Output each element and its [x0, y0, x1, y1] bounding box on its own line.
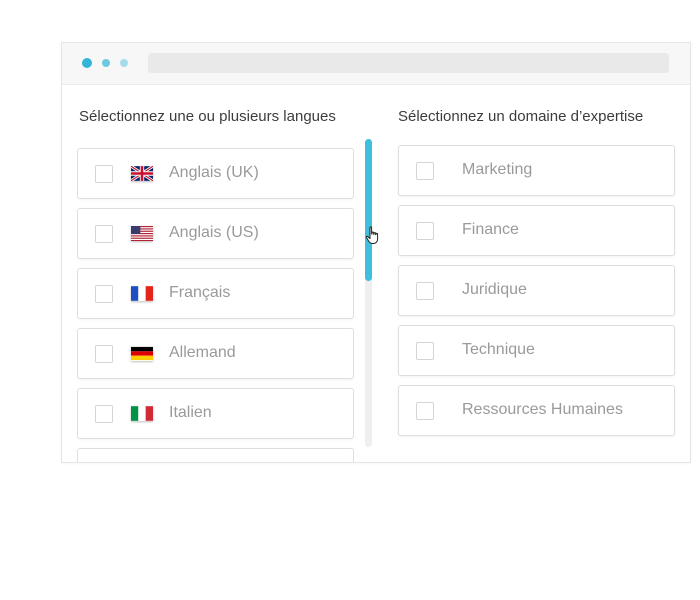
language-label: Italien	[169, 404, 212, 421]
domain-option-juridique[interactable]: Juridique	[398, 265, 675, 316]
language-option-francais[interactable]: Français	[77, 268, 354, 319]
domain-option-ressources-humaines[interactable]: Ressources Humaines	[398, 385, 675, 436]
language-checkbox[interactable]	[95, 225, 113, 243]
uk-flag-icon	[131, 166, 153, 181]
domain-label: Juridique	[462, 281, 527, 298]
language-scrollbar-thumb[interactable]	[365, 139, 372, 281]
domain-checkbox[interactable]	[416, 402, 434, 420]
browser-titlebar	[62, 43, 690, 85]
language-label: Allemand	[169, 344, 236, 361]
germany-flag-icon	[131, 346, 153, 361]
domain-label: Ressources Humaines	[462, 401, 623, 418]
domain-checkbox[interactable]	[416, 162, 434, 180]
language-label: Français	[169, 284, 231, 301]
domain-option-technique[interactable]: Technique	[398, 325, 675, 376]
window-dot-3[interactable]	[120, 59, 128, 67]
language-option-anglais-us[interactable]: Anglais (US)	[77, 208, 354, 259]
domain-option-marketing[interactable]: Marketing	[398, 145, 675, 196]
domain-label: Marketing	[462, 161, 533, 178]
language-option-italien[interactable]: Italien	[77, 388, 354, 439]
browser-window: Sélectionnez une ou plusieurs langues Sé…	[61, 42, 691, 463]
window-dot-2[interactable]	[102, 59, 110, 67]
language-checkbox[interactable]	[95, 285, 113, 303]
language-checkbox[interactable]	[95, 345, 113, 363]
language-option-anglais-uk[interactable]: Anglais (UK)	[77, 148, 354, 199]
domain-checkbox[interactable]	[416, 222, 434, 240]
us-flag-icon	[131, 226, 153, 241]
language-label: Anglais (UK)	[169, 164, 259, 181]
italy-flag-icon	[131, 406, 153, 421]
language-list: Anglais (UK) Anglais (US) Français Allem…	[77, 148, 354, 462]
language-label: Anglais (US)	[169, 224, 259, 241]
hand-cursor-icon	[365, 226, 379, 244]
window-dot-1[interactable]	[82, 58, 92, 68]
domain-checkbox[interactable]	[416, 282, 434, 300]
language-option-allemand[interactable]: Allemand	[77, 328, 354, 379]
domain-list: Marketing Finance Juridique Technique Re…	[398, 145, 678, 445]
domain-checkbox[interactable]	[416, 342, 434, 360]
language-checkbox[interactable]	[95, 405, 113, 423]
languages-title: Sélectionnez une ou plusieurs langues	[79, 108, 336, 125]
language-option-partial[interactable]	[77, 448, 354, 462]
language-scrollbar[interactable]	[365, 139, 372, 447]
domain-label: Finance	[462, 221, 519, 238]
domains-title: Sélectionnez un domaine d’expertise	[398, 108, 644, 125]
domain-label: Technique	[462, 341, 535, 358]
domain-option-finance[interactable]: Finance	[398, 205, 675, 256]
address-bar[interactable]	[148, 53, 669, 73]
language-checkbox[interactable]	[95, 165, 113, 183]
france-flag-icon	[131, 286, 153, 301]
